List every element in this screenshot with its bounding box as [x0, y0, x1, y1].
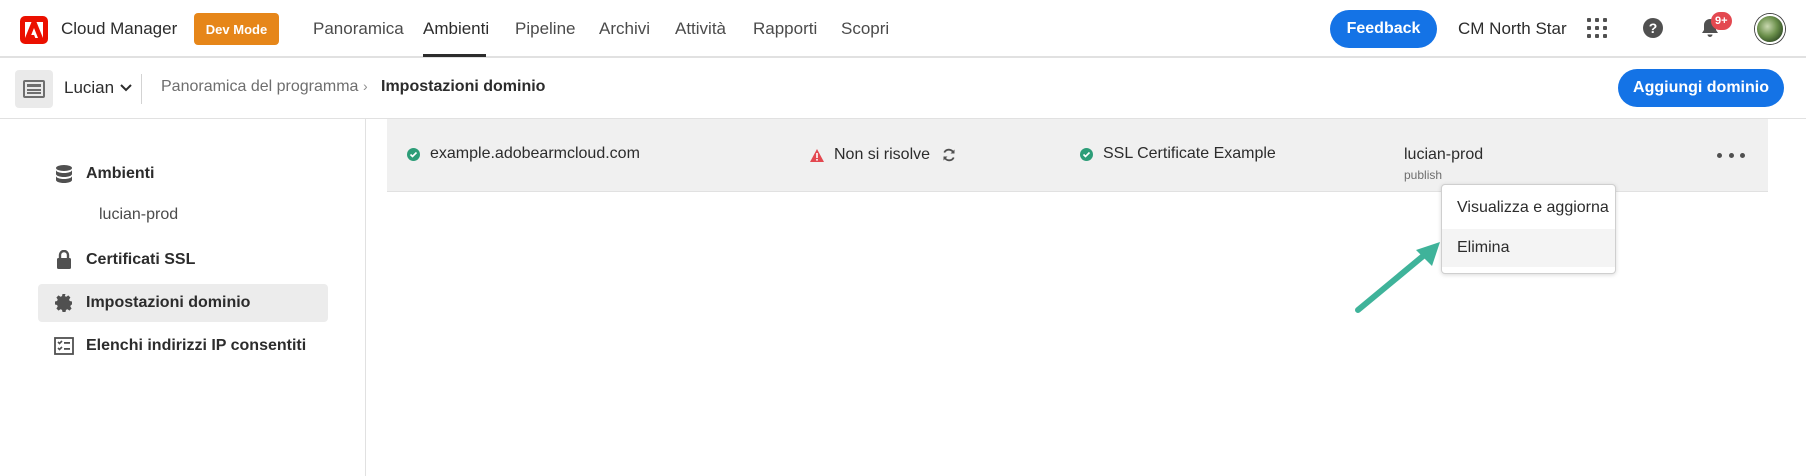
tab-attivita[interactable]: Attività — [675, 19, 726, 39]
certificate-cell: SSL Certificate Example — [1080, 145, 1276, 163]
database-icon — [54, 164, 74, 184]
sidebar-item-lucian-prod[interactable]: lucian-prod — [99, 206, 178, 224]
lock-icon — [54, 250, 74, 270]
program-name: Lucian — [64, 78, 115, 97]
app-switcher-icon[interactable] — [1587, 18, 1607, 38]
tab-pipeline[interactable]: Pipeline — [515, 19, 576, 39]
row-actions-menu: Visualizza e aggiorna Elimina — [1441, 184, 1616, 274]
tab-archivi[interactable]: Archivi — [599, 19, 650, 39]
menu-item-view-update[interactable]: Visualizza e aggiorna — [1442, 189, 1615, 227]
more-actions-icon[interactable] — [1717, 145, 1745, 165]
certificate-name: SSL Certificate Example — [1103, 145, 1276, 162]
domain-name: example.adobearmcloud.com — [430, 145, 640, 162]
sidebar-item-domain-settings[interactable]: Impostazioni dominio — [38, 284, 328, 322]
tab-scopri[interactable]: Scopri — [841, 19, 889, 39]
sidebar-item-ssl-certificates[interactable]: Certificati SSL — [38, 241, 328, 279]
adobe-logo-icon[interactable] — [20, 16, 48, 44]
sub-header: Lucian Panoramica del programma › Impost… — [0, 58, 1806, 119]
table-row[interactable]: example.adobearmcloud.com Non si risolve… — [387, 119, 1768, 192]
scrollbar[interactable] — [1786, 119, 1792, 476]
org-switcher[interactable]: CM North Star — [1458, 19, 1567, 39]
alert-triangle-icon — [810, 148, 824, 162]
annotation-arrow-icon — [1355, 242, 1440, 313]
help-icon[interactable]: ? — [1643, 18, 1663, 38]
checklist-icon — [54, 336, 74, 356]
tab-panoramica[interactable]: Panoramica — [313, 19, 404, 39]
check-circle-icon — [1080, 147, 1093, 161]
sidebar-item-label: Impostazioni dominio — [86, 294, 251, 311]
breadcrumb-program-overview[interactable]: Panoramica del programma — [161, 78, 358, 96]
dns-status-text: Non si risolve — [834, 146, 931, 163]
refresh-icon[interactable] — [942, 148, 956, 162]
avatar[interactable] — [1755, 14, 1785, 44]
sidebar-item-environments[interactable]: Ambienti — [38, 155, 328, 193]
program-picker[interactable]: Lucian — [64, 78, 132, 98]
dev-mode-badge: Dev Mode — [194, 13, 279, 45]
add-domain-button[interactable]: Aggiungi dominio — [1618, 69, 1784, 107]
sidebar-item-ip-allow-lists[interactable]: Elenchi indirizzi IP consentiti — [38, 327, 328, 365]
sidebar-item-label: Ambienti — [86, 165, 155, 182]
check-circle-icon — [407, 147, 420, 161]
dns-status-cell: Non si risolve — [810, 146, 956, 164]
chevron-down-icon — [120, 84, 132, 92]
domain-cell: example.adobearmcloud.com — [407, 145, 640, 163]
feedback-button[interactable]: Feedback — [1330, 10, 1437, 48]
active-tab-indicator — [423, 54, 486, 57]
side-rail-toggle-icon[interactable] — [15, 70, 53, 108]
top-navigation: Cloud Manager Dev Mode Panoramica Ambien… — [0, 0, 1806, 58]
app-title[interactable]: Cloud Manager — [61, 19, 177, 39]
tab-rapporti[interactable]: Rapporti — [753, 19, 817, 39]
notification-badge: 9+ — [1711, 12, 1732, 30]
breadcrumb-separator-icon: › — [363, 78, 368, 94]
environment-tier: publish — [1404, 168, 1443, 182]
divider — [141, 74, 142, 104]
sidebar-item-label: Elenchi indirizzi IP consentiti — [86, 337, 307, 354]
sidebar: Ambienti lucian-prod Certificati SSL Imp… — [0, 119, 366, 476]
menu-item-delete[interactable]: Elimina — [1442, 229, 1615, 267]
environment-name: lucian-prod — [1404, 146, 1484, 163]
tab-ambienti[interactable]: Ambienti — [423, 19, 489, 39]
breadcrumb-current: Impostazioni dominio — [381, 78, 546, 95]
sidebar-item-label: Certificati SSL — [86, 251, 196, 268]
gear-icon — [54, 293, 74, 313]
